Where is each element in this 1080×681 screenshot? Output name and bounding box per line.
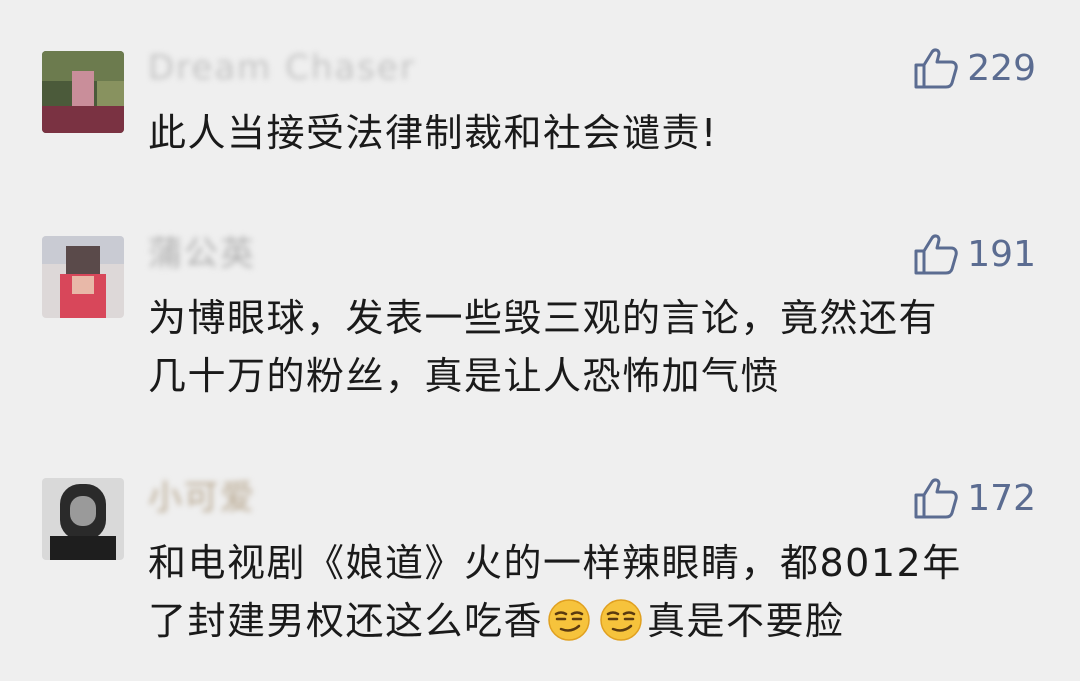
- thumbs-up-icon: [913, 46, 959, 90]
- thumbs-up-icon: [913, 232, 959, 276]
- comment-line: 为博眼球，发表一些毁三观的言论，竟然还有: [148, 296, 939, 340]
- username[interactable]: 小可爱: [148, 476, 256, 520]
- username[interactable]: 蒲公英: [148, 232, 256, 276]
- comment-line-part: 了封建男权还这么吃香: [148, 599, 544, 643]
- comment-line-part: 真是不要脸: [647, 599, 845, 643]
- avatar[interactable]: [42, 51, 124, 133]
- like-count: 191: [967, 233, 1036, 275]
- avatar[interactable]: [42, 478, 124, 560]
- username[interactable]: Dream Chaser: [148, 46, 416, 90]
- avatar[interactable]: [42, 236, 124, 318]
- like-count: 229: [967, 47, 1036, 89]
- like-button[interactable]: 172: [913, 474, 1036, 522]
- comment-text: 此人当接受法律制裁和社会谴责!: [148, 104, 1048, 162]
- thumbs-up-icon: [913, 476, 959, 520]
- smirk-emoji-icon: [599, 598, 643, 642]
- like-count: 172: [967, 477, 1036, 519]
- comment-text: 为博眼球，发表一些毁三观的言论，竟然还有 几十万的粉丝，真是让人恐怖加气愤: [148, 289, 1048, 405]
- comment-line: 几十万的粉丝，真是让人恐怖加气愤: [148, 354, 781, 398]
- comment-text: 和电视剧《娘道》火的一样辣眼睛，都8012年 了封建男权还这么吃香 真是不要脸: [148, 534, 1048, 650]
- comment-line: 和电视剧《娘道》火的一样辣眼睛，都8012年: [148, 541, 962, 585]
- comment-line: 此人当接受法律制裁和社会谴责!: [148, 111, 718, 155]
- comment-line: 了封建男权还这么吃香 真是不要脸: [148, 592, 1048, 650]
- smirk-emoji-icon: [547, 598, 591, 642]
- like-button[interactable]: 191: [913, 230, 1036, 278]
- like-button[interactable]: 229: [913, 44, 1036, 92]
